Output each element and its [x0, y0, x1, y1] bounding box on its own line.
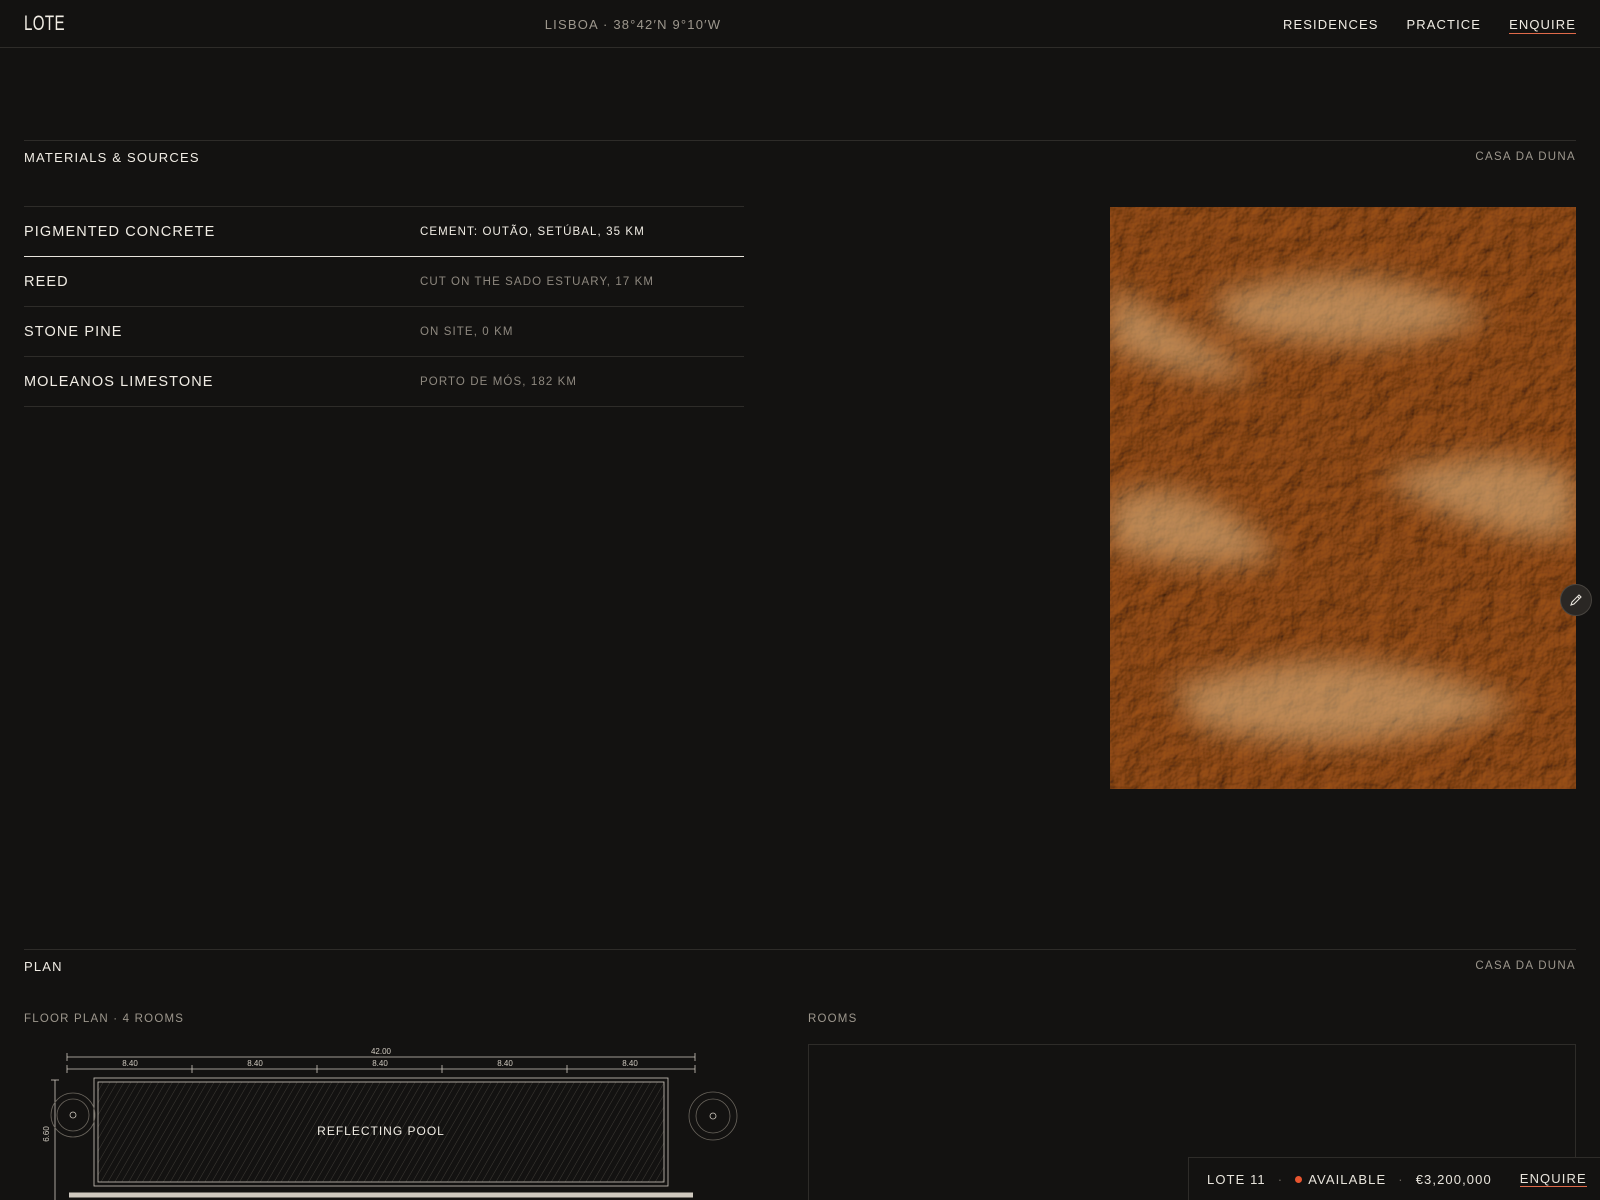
listing-bar: LOTE 11 · AVAILABLE · €3,200,000 ENQUIRE [1188, 1157, 1600, 1200]
materials-title: MATERIALS & SOURCES [24, 150, 200, 165]
material-name: REED [24, 274, 69, 290]
floor-plan-drawing: 42.00 8.40 8.40 8.40 8.40 8.40 6.60 REFL… [42, 1047, 738, 1200]
material-name: PIGMENTED CONCRETE [24, 224, 216, 240]
availability-status: AVAILABLE [1308, 1171, 1387, 1187]
material-source: ON SITE, 0 KM [420, 326, 514, 338]
bay-dimension: 8.40 [622, 1059, 638, 1068]
floor-plan-label: FLOOR PLAN · 4 ROOMS [24, 1013, 185, 1025]
reflecting-pool-label: REFLECTING POOL [317, 1124, 445, 1138]
rooms-label: ROOMS [808, 1013, 858, 1025]
site-header: LOTE LISBOA · 38°42′N 9°10′W RESIDENCES … [0, 0, 1600, 48]
material-row[interactable]: REED CUT ON THE SADO ESTUARY, 17 KM [24, 257, 744, 307]
separator: · [1398, 1171, 1404, 1187]
bay-dimension: 8.40 [247, 1059, 263, 1068]
material-source: PORTO DE MÓS, 182 KM [420, 376, 578, 388]
material-name: MOLEANOS LIMESTONE [24, 374, 214, 390]
material-row[interactable]: MOLEANOS LIMESTONE PORTO DE MÓS, 182 KM [24, 357, 744, 407]
bay-dimension: 8.40 [122, 1059, 138, 1068]
separator: · [1277, 1171, 1284, 1187]
enquire-button[interactable]: ENQUIRE [1519, 1171, 1587, 1187]
material-source: CEMENT: OUTÃO, SETÚBAL, 35 KM [420, 226, 645, 238]
material-name: STONE PINE [24, 324, 123, 340]
nav-practice[interactable]: PRACTICE [1407, 17, 1482, 34]
nav-residences[interactable]: RESIDENCES [1283, 17, 1379, 34]
nav-enquire[interactable]: ENQUIRE [1509, 17, 1576, 34]
materials-list: PIGMENTED CONCRETE CEMENT: OUTÃO, SETÚBA… [24, 206, 744, 407]
section-divider [24, 140, 1576, 141]
status-dot-icon [1295, 1175, 1303, 1183]
depth-dimension: 6.60 [42, 1126, 51, 1142]
main-nav: RESIDENCES PRACTICE ENQUIRE [1283, 17, 1576, 34]
material-row[interactable]: PIGMENTED CONCRETE CEMENT: OUTÃO, SETÚBA… [24, 207, 744, 257]
material-source: CUT ON THE SADO ESTUARY, 17 KM [420, 276, 655, 288]
price: €3,200,000 [1415, 1171, 1492, 1187]
pencil-icon [1570, 594, 1582, 606]
section-divider [24, 949, 1576, 950]
plan-project-name: CASA DA DUNA [1475, 960, 1576, 972]
plan-title: PLAN [24, 959, 63, 974]
material-row[interactable]: STONE PINE ON SITE, 0 KM [24, 307, 744, 357]
bay-dimension: 8.40 [372, 1059, 388, 1068]
lot-number: LOTE 11 [1207, 1171, 1266, 1187]
edit-button[interactable] [1560, 584, 1592, 616]
material-texture-image [1110, 207, 1576, 789]
materials-project-name: CASA DA DUNA [1475, 151, 1576, 163]
location-coordinates: LISBOA · 38°42′N 9°10′W [544, 17, 722, 32]
bay-dimension: 8.40 [497, 1059, 513, 1068]
overall-dimension: 42.00 [371, 1047, 392, 1056]
